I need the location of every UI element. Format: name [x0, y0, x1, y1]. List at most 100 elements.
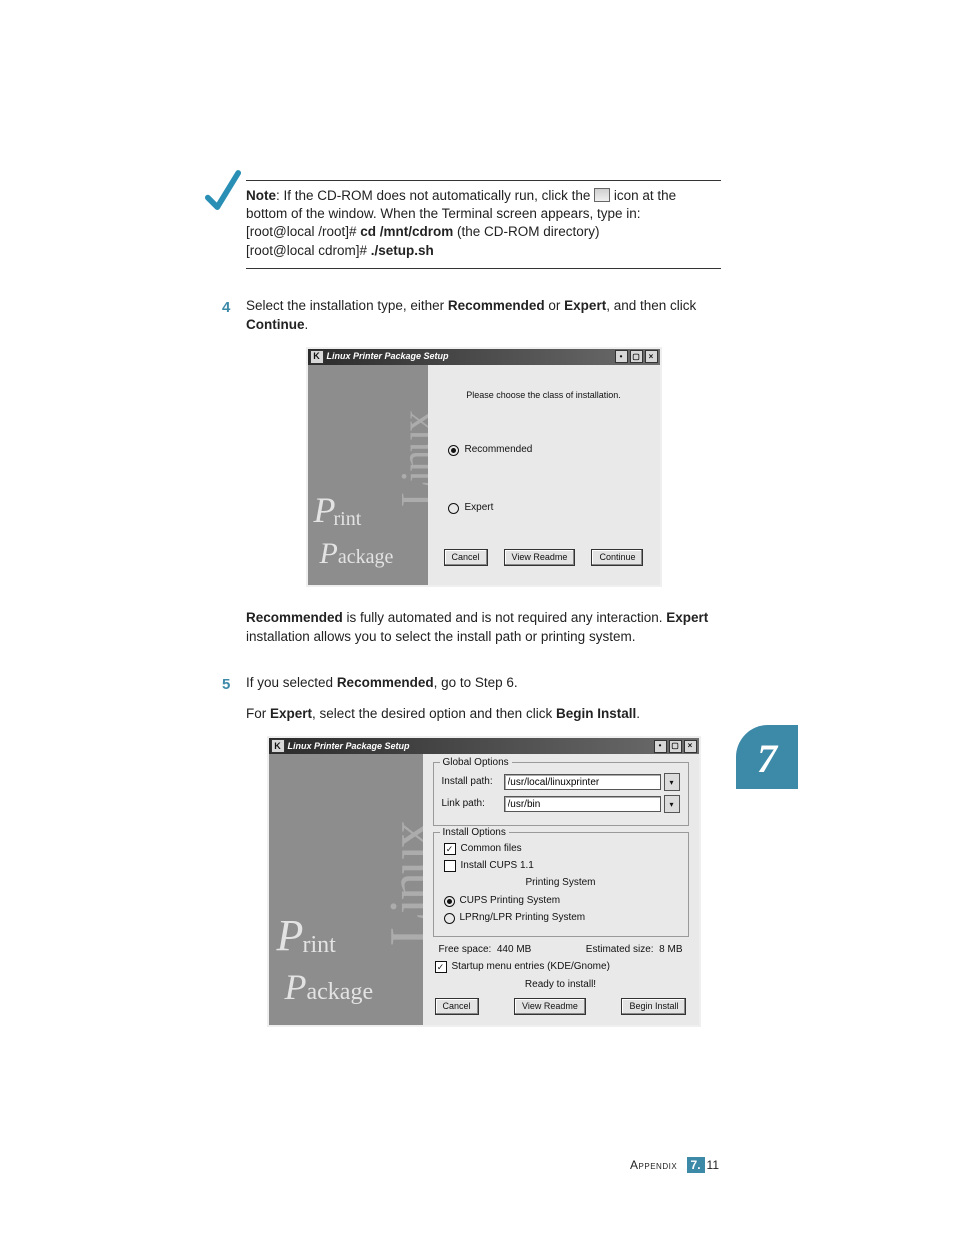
checkbox-label: Common files [461, 842, 522, 856]
checkbox-common-files[interactable]: Common files [444, 842, 680, 856]
cancel-button[interactable]: Cancel [444, 549, 488, 566]
radio-label: CUPS Printing System [460, 894, 561, 908]
appendix-label: Appendix [630, 1158, 677, 1172]
view-readme-button[interactable]: View Readme [514, 998, 586, 1015]
free-space-label: Free space: [439, 944, 492, 955]
link-path-label: Link path: [442, 797, 504, 811]
note-cmd-1-suffix: (the CD-ROM directory) [453, 224, 599, 239]
step4-text-e: , and then click [606, 298, 696, 313]
s5-d: For [246, 706, 270, 721]
s5-b: Recommended [337, 675, 434, 690]
radio-recommended-label: Recommended [465, 443, 533, 457]
dropdown-icon[interactable]: ▾ [664, 773, 680, 791]
checkbox-icon [444, 843, 456, 855]
step-4: 4 Select the installation type, either R… [246, 297, 721, 647]
terminal-icon [594, 188, 610, 202]
install-path-label: Install path: [442, 775, 504, 789]
note-prompt-2: [root@local cdrom]# [246, 243, 371, 258]
side-print: rint [334, 505, 394, 533]
dialog-install-type: K Linux Printer Package Setup • ▢ × Linu… [306, 347, 662, 587]
printing-system-heading: Printing System [442, 876, 680, 890]
page-footer: Appendix 7.11 [630, 1157, 719, 1173]
checkbox-label: Install CUPS 1.1 [461, 859, 534, 873]
note-cmd-1: cd /mnt/cdrom [360, 224, 453, 239]
install-path-input[interactable] [504, 774, 661, 790]
side-package: ackage [338, 546, 394, 568]
close-icon[interactable]: × [645, 350, 658, 363]
minimize-icon[interactable]: • [654, 740, 667, 753]
side-print: rint [303, 929, 374, 963]
checkbox-icon [444, 860, 456, 872]
est-size-value: 8 MB [659, 944, 682, 955]
radio-icon [448, 445, 459, 456]
rule-bottom [246, 268, 721, 269]
ready-label: Ready to install! [433, 978, 689, 992]
s5-a: If you selected [246, 675, 337, 690]
minimize-icon[interactable]: • [615, 350, 628, 363]
free-space-value: 440 MB [497, 944, 531, 955]
radio-cups-system[interactable]: CUPS Printing System [444, 894, 680, 908]
rec-bold: Recommended [246, 610, 343, 625]
link-path-input[interactable] [504, 796, 661, 812]
exp-bold: Expert [666, 610, 708, 625]
note-prompt-1: [root@local /root]# [246, 224, 360, 239]
s5-h: . [636, 706, 640, 721]
note-block: Note: If the CD-ROM does not automatical… [246, 187, 721, 260]
maximize-icon[interactable]: ▢ [669, 740, 682, 753]
disk-info-row: Free space: 440 MB Estimated size: 8 MB [439, 943, 683, 957]
radio-icon [444, 896, 455, 907]
titlebar: K Linux Printer Package Setup • ▢ × [269, 738, 699, 754]
step4-bold-rec: Recommended [448, 298, 545, 313]
est-size-label: Estimated size: [586, 944, 654, 955]
s5-g: Begin Install [556, 706, 636, 721]
chapter-tab: 7 [736, 725, 798, 789]
s5-f: , select the desired option and then cli… [312, 706, 556, 721]
checkbox-startup-menu[interactable]: Startup menu entries (KDE/Gnome) [435, 960, 689, 974]
step4-bold-exp: Expert [564, 298, 606, 313]
cancel-button[interactable]: Cancel [435, 998, 479, 1015]
s5-c: , go to Step 6. [434, 675, 518, 690]
rec-text-b: is fully automated and is not required a… [343, 610, 666, 625]
step-number: 4 [222, 297, 230, 318]
rec-text-d: installation allows you to select the in… [246, 629, 635, 644]
linux-watermark: Linux [386, 412, 428, 507]
sidebar-graphic: Linux P rint Package [269, 754, 423, 1025]
begin-install-button[interactable]: Begin Install [621, 998, 686, 1015]
note-text-1a: : If the CD-ROM does not automatically r… [276, 188, 594, 203]
radio-icon [444, 913, 455, 924]
radio-recommended[interactable]: Recommended [448, 443, 646, 457]
step-number: 5 [222, 674, 230, 695]
window-title: Linux Printer Package Setup [288, 740, 652, 753]
dialog-expert-options: K Linux Printer Package Setup • ▢ × Linu… [267, 736, 701, 1027]
maximize-icon[interactable]: ▢ [630, 350, 643, 363]
side-package: ackage [307, 979, 374, 1005]
checkmark-icon [204, 169, 242, 213]
radio-label: LPRng/LPR Printing System [460, 911, 586, 925]
dropdown-icon[interactable]: ▾ [664, 795, 680, 813]
rule-top [246, 180, 721, 181]
step4-text-g: . [305, 317, 309, 332]
group-global-options: Global Options Install path: ▾ Link path… [433, 762, 689, 826]
radio-expert-label: Expert [465, 501, 494, 515]
group-title: Global Options [440, 756, 512, 770]
titlebar: K Linux Printer Package Setup • ▢ × [308, 349, 660, 365]
k-menu-icon[interactable]: K [310, 350, 324, 364]
page-minor: 11 [707, 1158, 719, 1172]
radio-lpr-system[interactable]: LPRng/LPR Printing System [444, 911, 680, 925]
install-hint: Please choose the class of installation. [442, 389, 646, 402]
recommended-paragraph: Recommended is fully automated and is no… [246, 609, 721, 647]
continue-button[interactable]: Continue [591, 549, 643, 566]
checkbox-icon [435, 961, 447, 973]
note-label: Note [246, 188, 276, 203]
checkbox-install-cups[interactable]: Install CUPS 1.1 [444, 859, 680, 873]
view-readme-button[interactable]: View Readme [504, 549, 576, 566]
radio-expert[interactable]: Expert [448, 501, 646, 515]
page-major: 7. [687, 1157, 705, 1173]
linux-watermark: Linux [371, 822, 423, 946]
k-menu-icon[interactable]: K [271, 739, 285, 753]
s5-e: Expert [270, 706, 312, 721]
radio-icon [448, 503, 459, 514]
window-title: Linux Printer Package Setup [327, 350, 613, 363]
close-icon[interactable]: × [684, 740, 697, 753]
step-5: 5 If you selected Recommended, go to Ste… [246, 674, 721, 1026]
